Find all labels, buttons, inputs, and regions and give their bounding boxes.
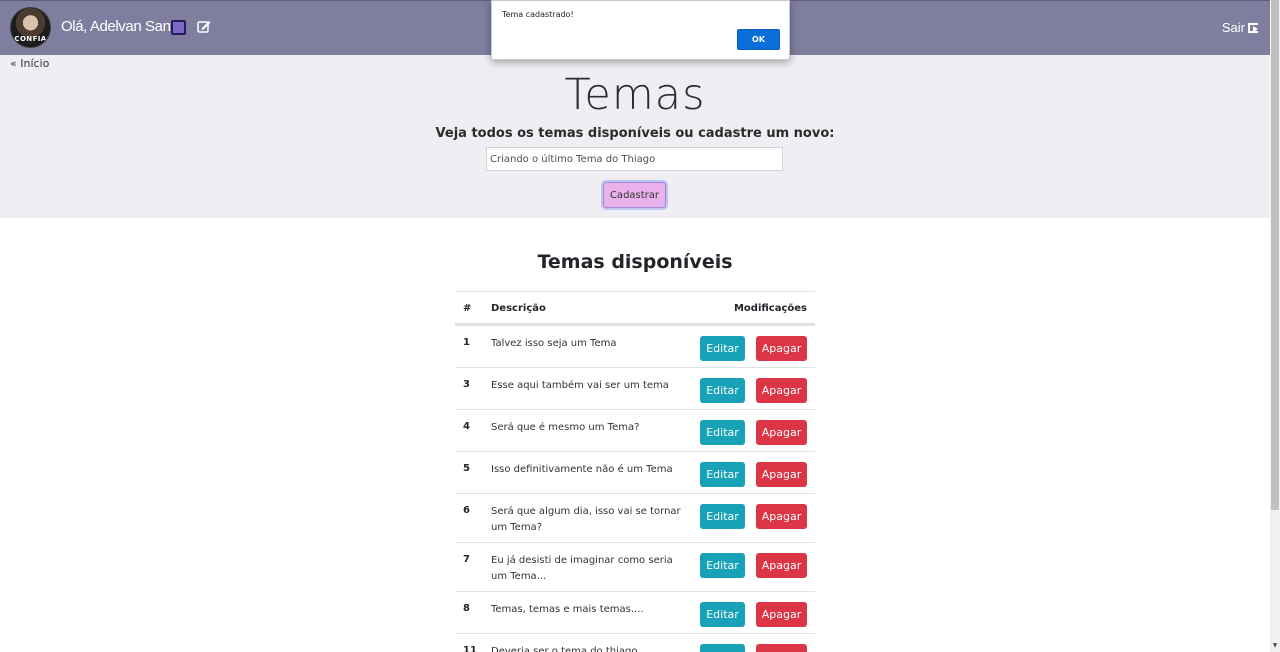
page-title: Temas [564,70,706,120]
column-header-description: Descrição [491,303,546,314]
delete-button[interactable]: Apagar [756,553,807,578]
table-row: 5 Isso definitivamente não é um Tema Edi… [455,451,815,493]
table-row: 1 Talvez isso seja um Tema Editar Apagar [455,325,815,367]
alert-ok-button[interactable]: OK [737,29,780,50]
delete-button[interactable]: Apagar [756,504,807,529]
scroll-down-arrow-icon[interactable]: ▼ [1270,642,1280,650]
delete-button[interactable]: Apagar [756,420,807,445]
row-description: Esse aqui também vai ser um tema [491,380,669,391]
edit-button[interactable]: Editar [700,462,745,487]
row-id: 6 [463,505,470,516]
theme-description-input[interactable] [486,147,783,171]
column-header-actions: Modificações [733,303,807,314]
edit-button[interactable]: Editar [700,602,745,627]
page-scrollbar[interactable]: ▲ ▼ [1270,0,1280,652]
row-description: Será que algum dia, isso vai se tornar u… [491,506,681,533]
delete-button[interactable]: Apagar [756,462,807,487]
delete-button[interactable]: Apagar [756,644,807,652]
user-badge-icon [171,20,186,35]
sign-out-icon [1248,23,1258,33]
avatar[interactable]: CONFIA [10,7,51,48]
table-row: 11 Deveria ser o tema do thiago Editar A… [455,633,815,652]
themes-table: # Descrição Modificações 1 Talvez isso s… [455,291,815,652]
row-description: Será que é mesmo um Tema? [491,422,640,433]
row-id: 1 [463,337,470,348]
table-row: 8 Temas, temas e mais temas.... Editar A… [455,591,815,633]
row-description: Temas, temas e mais temas.... [491,604,644,615]
alert-dialog: Tema cadastrado! OK [491,0,790,60]
edit-button[interactable]: Editar [700,644,745,652]
greeting-text: Olá, Adelvan Santo [61,18,183,35]
logout-link[interactable]: Sair [1222,20,1258,35]
edit-profile-icon[interactable] [197,19,211,33]
edit-button[interactable]: Editar [700,420,745,445]
row-id: 5 [463,463,470,474]
table-row: 7 Eu já desisti de imaginar como seria u… [455,542,815,591]
back-home-link[interactable]: « Início [10,57,49,70]
form-subtitle: Veja todos os temas disponíveis ou cadas… [435,126,835,141]
table-row: 3 Esse aqui também vai ser um tema Edita… [455,367,815,409]
row-id: 3 [463,379,470,390]
scrollbar-thumb[interactable] [1271,0,1279,510]
delete-button[interactable]: Apagar [756,602,807,627]
edit-button[interactable]: Editar [700,504,745,529]
row-id: 11 [463,645,477,652]
column-header-id: # [463,303,472,314]
alert-message: Tema cadastrado! [502,10,574,19]
delete-button[interactable]: Apagar [756,378,807,403]
row-description: Talvez isso seja um Tema [491,338,617,349]
row-description: Eu já desisti de imaginar como seria um … [491,555,673,582]
logout-label: Sair [1221,20,1245,35]
row-id: 4 [463,421,470,432]
row-description: Isso definitivamente não é um Tema [491,464,673,475]
table-header: # Descrição Modificações [455,292,815,325]
edit-button[interactable]: Editar [700,336,745,361]
themes-list-title: Temas disponíveis [537,251,733,273]
row-id: 8 [463,603,470,614]
row-id: 7 [463,554,470,565]
theme-form-section: « Início Temas Veja todos os temas dispo… [0,55,1270,218]
table-row: 4 Será que é mesmo um Tema? Editar Apaga… [455,409,815,451]
edit-button[interactable]: Editar [700,553,745,578]
register-theme-button[interactable]: Cadastrar [603,182,666,208]
delete-button[interactable]: Apagar [756,336,807,361]
edit-button[interactable]: Editar [700,378,745,403]
row-description: Deveria ser o tema do thiago [491,646,638,652]
avatar-label: CONFIA [14,35,47,43]
table-row: 6 Será que algum dia, isso vai se tornar… [455,493,815,542]
